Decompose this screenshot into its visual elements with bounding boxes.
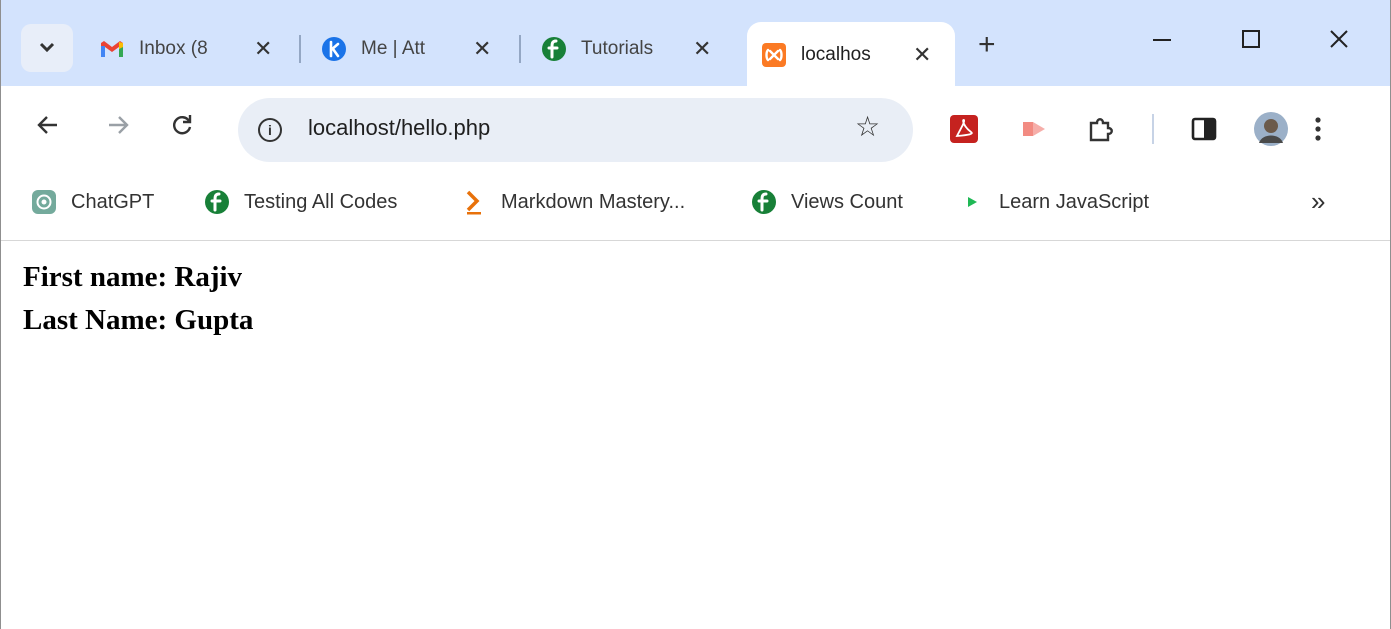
tab-title: Me | Att bbox=[361, 38, 426, 59]
bookmark-learn-javascript[interactable]: Learn JavaScript bbox=[959, 188, 1149, 216]
green-f-icon bbox=[204, 189, 230, 215]
close-icon[interactable]: ✕ bbox=[473, 36, 491, 62]
close-icon[interactable]: ✕ bbox=[693, 36, 711, 62]
close-window-icon[interactable] bbox=[1319, 26, 1359, 57]
k-blue-icon bbox=[321, 36, 347, 62]
screencast-extension-icon[interactable] bbox=[1017, 112, 1051, 146]
page-content: First name: Rajiv Last Name: Gupta bbox=[1, 241, 1390, 629]
bookmarks-bar: ChatGPT Testing All Codes Markdown Maste… bbox=[1, 176, 1390, 241]
bookmark-star-icon[interactable]: ☆ bbox=[855, 110, 880, 143]
green-play-icon bbox=[959, 189, 985, 215]
chatgpt-icon bbox=[31, 189, 57, 215]
first-name-text: First name: Rajiv bbox=[23, 261, 243, 293]
pdf-extension-icon[interactable] bbox=[947, 112, 981, 146]
bookmark-label: Testing All Codes bbox=[244, 190, 398, 213]
toolbar: i localhost/hello.php ☆ bbox=[1, 86, 1390, 176]
bookmark-chatgpt[interactable]: ChatGPT bbox=[31, 188, 154, 216]
url-text[interactable]: localhost/hello.php bbox=[308, 115, 490, 141]
forward-arrow-icon[interactable] bbox=[101, 112, 135, 145]
site-info-icon[interactable]: i bbox=[258, 118, 282, 142]
maximize-icon[interactable] bbox=[1231, 26, 1271, 57]
bookmark-label: Learn JavaScript bbox=[999, 190, 1150, 213]
address-bar[interactable]: i localhost/hello.php ☆ bbox=[238, 98, 913, 162]
tab-me[interactable]: Me | Att ✕ bbox=[321, 24, 511, 74]
bookmark-views-count[interactable]: Views Count bbox=[751, 188, 903, 216]
gmail-icon bbox=[99, 36, 125, 62]
tab-title: localhos bbox=[801, 44, 871, 65]
tab-search-button[interactable] bbox=[21, 24, 73, 72]
bookmark-label: Markdown Mastery... bbox=[501, 190, 686, 213]
xampp-icon bbox=[761, 42, 787, 68]
tab-separator bbox=[519, 35, 521, 63]
bookmark-label: ChatGPT bbox=[71, 190, 155, 213]
close-icon[interactable]: ✕ bbox=[254, 36, 272, 62]
orange-chevron-icon bbox=[461, 189, 487, 215]
bookmark-label: Views Count bbox=[791, 190, 903, 213]
more-bookmarks-icon[interactable]: » bbox=[1311, 186, 1325, 217]
back-arrow-icon[interactable] bbox=[31, 112, 65, 145]
new-tab-button[interactable]: + bbox=[978, 28, 996, 62]
side-panel-icon[interactable] bbox=[1187, 112, 1221, 146]
green-f-icon bbox=[541, 36, 567, 62]
tab-strip: Inbox (8 ✕ Me | Att ✕ Tutorials ✕ localh… bbox=[1, 0, 1390, 88]
tab-inbox[interactable]: Inbox (8 ✕ bbox=[99, 24, 289, 74]
tab-tutorials[interactable]: Tutorials ✕ bbox=[541, 24, 731, 74]
chevron-down-icon bbox=[39, 39, 55, 57]
menu-dots-icon[interactable] bbox=[1301, 112, 1335, 146]
bookmark-testing-all-codes[interactable]: Testing All Codes bbox=[204, 188, 397, 216]
close-icon[interactable]: ✕ bbox=[913, 42, 931, 68]
green-f-icon bbox=[751, 189, 777, 215]
tab-separator bbox=[299, 35, 301, 63]
tab-localhost[interactable]: localhos ✕ bbox=[747, 22, 955, 88]
bookmark-markdown-mastery[interactable]: Markdown Mastery... bbox=[461, 188, 685, 216]
last-name-text: Last Name: Gupta bbox=[23, 304, 254, 336]
avatar[interactable] bbox=[1253, 112, 1289, 146]
minimize-icon[interactable] bbox=[1142, 26, 1182, 57]
tab-title: Inbox (8 bbox=[139, 38, 208, 59]
extensions-puzzle-icon[interactable] bbox=[1083, 112, 1117, 146]
browser-window: Inbox (8 ✕ Me | Att ✕ Tutorials ✕ localh… bbox=[0, 0, 1391, 629]
tab-title: Tutorials bbox=[581, 38, 654, 59]
reload-icon[interactable] bbox=[165, 112, 199, 145]
toolbar-divider bbox=[1151, 112, 1155, 146]
